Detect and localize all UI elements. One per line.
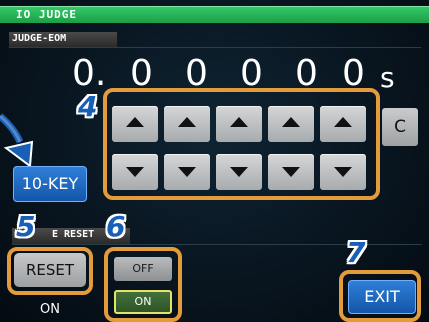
io-judge-screen: IO JUDGE JUDGE-EOM 0. 0 0 0 0 0 s 4 C 10…	[0, 0, 429, 322]
digit-up-button[interactable]	[268, 106, 314, 142]
up-arrow-icon	[282, 117, 300, 127]
digit-down-button[interactable]	[320, 154, 366, 190]
reset-state-text: ON	[40, 302, 60, 317]
pointer-arrow-icon	[0, 113, 34, 168]
down-arrow-icon	[126, 167, 144, 177]
digit-up-button[interactable]	[112, 106, 158, 142]
down-arrow-icon	[230, 167, 248, 177]
digit-down-button[interactable]	[268, 154, 314, 190]
digit-down-button[interactable]	[164, 154, 210, 190]
section-tab: JUDGE-EOM	[9, 32, 117, 47]
ten-key-button[interactable]: 10-KEY	[13, 166, 87, 202]
callout-7: 7	[346, 236, 366, 269]
callout-4: 4	[78, 90, 98, 123]
callout-6: 6	[106, 210, 126, 243]
up-arrow-icon	[230, 117, 248, 127]
on-button[interactable]: ON	[114, 290, 172, 314]
digit-up-button[interactable]	[320, 106, 366, 142]
digit-up-button[interactable]	[164, 106, 210, 142]
clear-button[interactable]: C	[382, 108, 418, 146]
value-unit: s	[380, 61, 395, 94]
down-arrow-icon	[178, 167, 196, 177]
section-label: JUDGE-EOM	[12, 33, 67, 44]
digit-up-button[interactable]	[216, 106, 262, 142]
value-digit: 0.	[72, 53, 107, 94]
digit-down-button[interactable]	[216, 154, 262, 190]
exit-button[interactable]: EXIT	[348, 280, 416, 314]
window-title: IO JUDGE	[16, 8, 77, 21]
reset-button[interactable]: RESET	[14, 253, 86, 287]
reset-section-label: E RESET	[52, 229, 95, 240]
callout-5: 5	[16, 210, 36, 243]
off-button[interactable]: OFF	[114, 257, 172, 281]
title-bar: IO JUDGE	[0, 6, 429, 23]
down-arrow-icon	[282, 167, 300, 177]
down-arrow-icon	[334, 167, 352, 177]
up-arrow-icon	[334, 117, 352, 127]
section-divider	[9, 47, 421, 48]
digit-down-button[interactable]	[112, 154, 158, 190]
up-arrow-icon	[178, 117, 196, 127]
up-arrow-icon	[126, 117, 144, 127]
